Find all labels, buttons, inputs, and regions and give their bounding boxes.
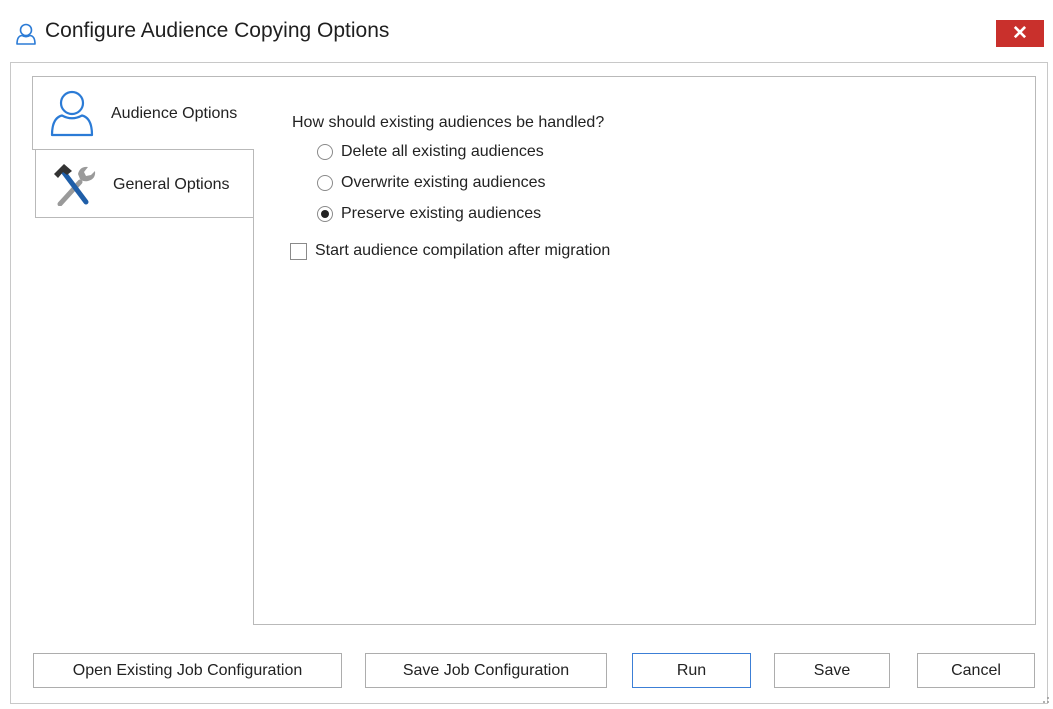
cancel-button[interactable]: Cancel [917, 653, 1035, 688]
radio-selected-dot [321, 210, 329, 218]
resize-grip-icon[interactable] [1038, 692, 1050, 704]
radio-button[interactable] [317, 175, 333, 191]
title-bar: Configure Audience Copying Options ✕ [0, 0, 1053, 62]
save-button[interactable]: Save [774, 653, 890, 688]
radio-label: Overwrite existing audiences [341, 174, 546, 191]
radio-button[interactable] [317, 144, 333, 160]
person-outline-icon [50, 90, 94, 137]
checkbox-label: Start audience compilation after migrati… [315, 242, 611, 259]
radio-label: Delete all existing audiences [341, 143, 544, 160]
hammer-wrench-icon [54, 164, 96, 206]
close-button[interactable]: ✕ [996, 20, 1044, 47]
start-compilation-option[interactable]: Start audience compilation after migrati… [290, 241, 610, 261]
radio-overwrite[interactable]: Overwrite existing audiences [317, 173, 546, 193]
audience-handling-question: How should existing audiences be handled… [292, 114, 605, 131]
radio-delete-all[interactable]: Delete all existing audiences [317, 142, 544, 162]
radio-button[interactable] [317, 206, 333, 222]
tab-audience-options[interactable]: Audience Options [32, 76, 254, 150]
tab-general-options[interactable]: General Options [35, 149, 254, 218]
run-button[interactable]: Run [632, 653, 751, 688]
radio-label: Preserve existing audiences [341, 205, 542, 222]
save-job-configuration-button[interactable]: Save Job Configuration [365, 653, 607, 688]
tab-label: General Options [113, 176, 230, 193]
person-outline-icon [16, 23, 36, 45]
tab-label: Audience Options [111, 105, 238, 122]
window-title: Configure Audience Copying Options [45, 19, 390, 42]
open-existing-job-button[interactable]: Open Existing Job Configuration [33, 653, 342, 688]
radio-preserve[interactable]: Preserve existing audiences [317, 204, 541, 224]
start-compilation-checkbox[interactable] [290, 242, 307, 260]
